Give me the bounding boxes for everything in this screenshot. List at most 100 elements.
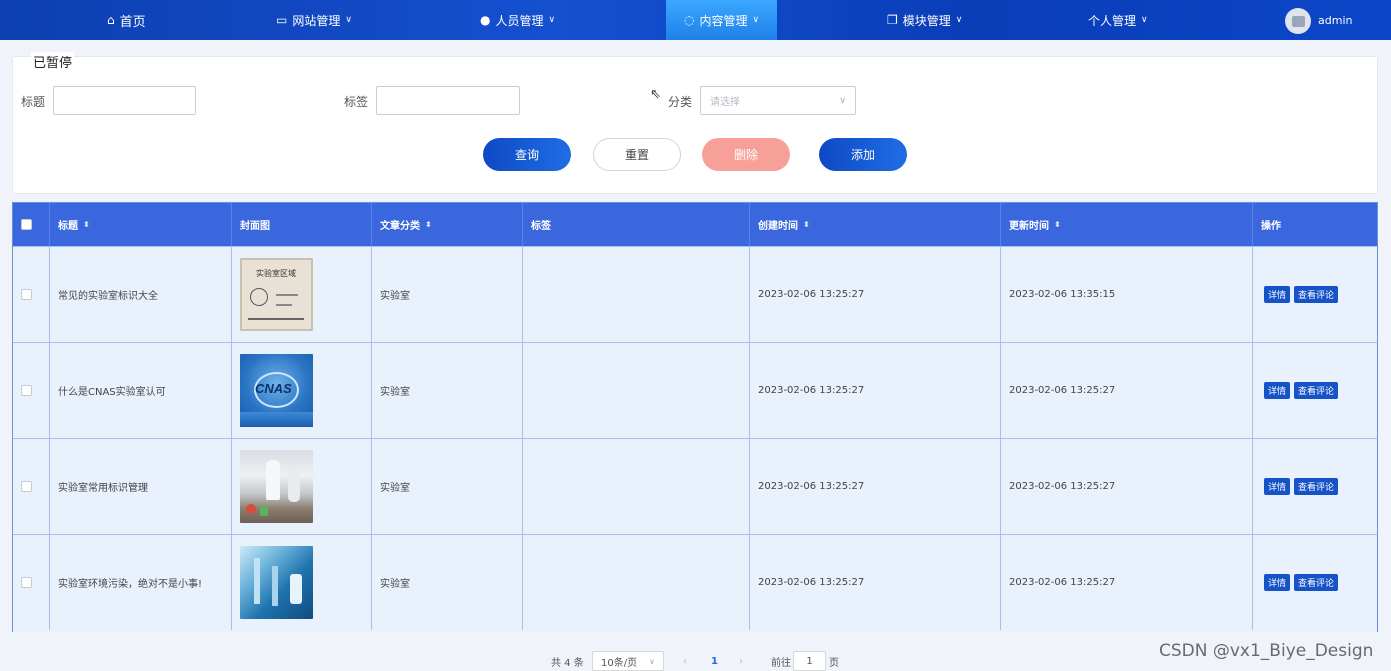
th-category-label: 文章分类 [380,221,420,232]
detail-button[interactable]: 详情 [1264,382,1291,399]
select-all-cell [13,203,50,246]
test-tube [272,566,278,606]
watermark: CSDN @vx1_Biye_Design [1159,641,1374,661]
th-created[interactable]: 创建时间 ⬍ [750,203,1001,246]
cell-category: 实验室 [372,343,523,438]
sign-line [276,294,298,296]
filter-panel [12,56,1378,194]
nav-people[interactable]: ● 人员管理 ∨ [480,0,555,40]
comments-button[interactable]: 查看评论 [1294,574,1339,591]
select-all-checkbox[interactable] [21,219,32,230]
page-size-value: 10条/页 [601,657,638,669]
sort-icon[interactable]: ⬍ [425,220,432,229]
chevron-down-icon: ∨ [839,95,846,106]
row-checkbox[interactable] [21,481,32,492]
cell-tag [523,343,750,438]
lab-figure [288,470,300,502]
cell-actions: 详情 查看评论 [1253,247,1377,342]
monitor-icon: ▭ [276,13,288,27]
nav-home-label: 首页 [119,14,146,30]
nav-home[interactable]: ⌂ 首页 [107,0,146,40]
reset-button[interactable]: 重置 [593,138,681,171]
table-row: 常见的实验室标识大全 实验室区域 实验室 2023-02-06 13:25:27… [13,246,1377,342]
nav-content[interactable]: ◌ 内容管理 ∨ [666,0,777,40]
next-page-icon[interactable]: › [739,651,743,671]
th-title[interactable]: 标题 ⬍ [50,203,232,246]
user-name[interactable]: admin [1318,14,1352,27]
tag-input[interactable] [376,86,520,115]
nav-site[interactable]: ▭ 网站管理 ∨ [276,0,352,40]
th-created-label: 创建时间 [758,221,798,232]
cell-updated: 2023-02-06 13:35:15 [1001,247,1253,342]
cover-text: 实验室区域 [256,269,296,278]
comments-button[interactable]: 查看评论 [1294,382,1339,399]
chevron-down-icon: ∨ [752,15,760,25]
cell-category: 实验室 [372,535,523,630]
cell-created: 2023-02-06 13:25:27 [750,535,1001,630]
add-button[interactable]: 添加 [819,138,907,171]
row-check-cell [13,535,50,630]
avatar[interactable] [1285,8,1311,34]
cell-tag [523,439,750,534]
cell-created: 2023-02-06 13:25:27 [750,343,1001,438]
th-title-label: 标题 [58,221,78,232]
cover-image[interactable]: CNAS [240,354,313,427]
top-nav: ⌂ 首页 ▭ 网站管理 ∨ ● 人员管理 ∨ ◌ 内容管理 ∨ ❐ 模块管理 ∨… [0,0,1391,40]
table-row: 实验室环境污染，绝对不是小事! 实验室 2023-02-06 13:25:27 … [13,534,1377,632]
cell-updated: 2023-02-06 13:25:27 [1001,343,1253,438]
mouse-cursor-icon: ⇖ [650,87,661,102]
test-tube [254,558,260,604]
cell-created: 2023-02-06 13:25:27 [750,439,1001,534]
cell-updated: 2023-02-06 13:25:27 [1001,535,1253,630]
cnas-base [240,412,313,427]
detail-button[interactable]: 详情 [1264,286,1291,303]
page-size-select[interactable]: 10条/页 ∨ [592,651,664,671]
row-checkbox[interactable] [21,289,32,300]
query-button[interactable]: 查询 [483,138,571,171]
th-actions-label: 操作 [1261,221,1281,232]
row-checkbox[interactable] [21,385,32,396]
row-check-cell [13,247,50,342]
cover-image[interactable]: 实验室区域 [240,258,313,331]
th-category[interactable]: 文章分类 ⬍ [372,203,523,246]
chevron-down-icon: ∨ [548,15,556,25]
th-tag-label: 标签 [531,221,551,232]
status-tag: 已暂停 [31,52,75,71]
chevron-down-icon: ∨ [345,15,352,25]
cell-title: 常见的实验室标识大全 [50,247,232,342]
delete-button[interactable]: 删除 [702,138,790,171]
cover-image[interactable] [240,546,313,619]
nav-module-label: 模块管理 [902,13,951,28]
lab-item [246,504,256,514]
tag-label: 标签 [344,95,369,109]
sort-icon[interactable]: ⬍ [1054,220,1061,229]
th-updated[interactable]: 更新时间 ⬍ [1001,203,1253,246]
row-check-cell [13,343,50,438]
prev-page-icon[interactable]: ‹ [683,651,687,671]
title-input[interactable] [53,86,196,115]
page-number[interactable]: 1 [711,651,718,671]
nav-module[interactable]: ❐ 模块管理 ∨ [887,0,962,40]
detail-button[interactable]: 详情 [1264,574,1291,591]
user-icon: ● [480,13,491,27]
goto-input[interactable]: 1 [793,651,826,671]
sort-icon[interactable]: ⬍ [83,220,90,229]
table-row: 实验室常用标识管理 实验室 2023-02-06 13:25:27 2023-0… [13,438,1377,534]
cell-cover: 实验室区域 [232,247,372,342]
pager-total: 共 4 条 [551,657,584,669]
comments-button[interactable]: 查看评论 [1294,478,1339,495]
lab-figure [266,460,280,500]
cell-actions: 详情 查看评论 [1253,439,1377,534]
cell-updated: 2023-02-06 13:25:27 [1001,439,1253,534]
detail-button[interactable]: 详情 [1264,478,1291,495]
comments-button[interactable]: 查看评论 [1294,286,1339,303]
sort-icon[interactable]: ⬍ [803,220,810,229]
cover-image[interactable] [240,450,313,523]
cell-title: 实验室环境污染，绝对不是小事! [50,535,232,630]
category-select[interactable]: 请选择 ∨ [700,86,856,115]
chevron-down-icon: ∨ [955,15,963,25]
nav-personal[interactable]: 个人管理 ∨ [1088,0,1148,40]
image-icon [1291,15,1305,27]
row-checkbox[interactable] [21,577,32,588]
cell-actions: 详情 查看评论 [1253,343,1377,438]
